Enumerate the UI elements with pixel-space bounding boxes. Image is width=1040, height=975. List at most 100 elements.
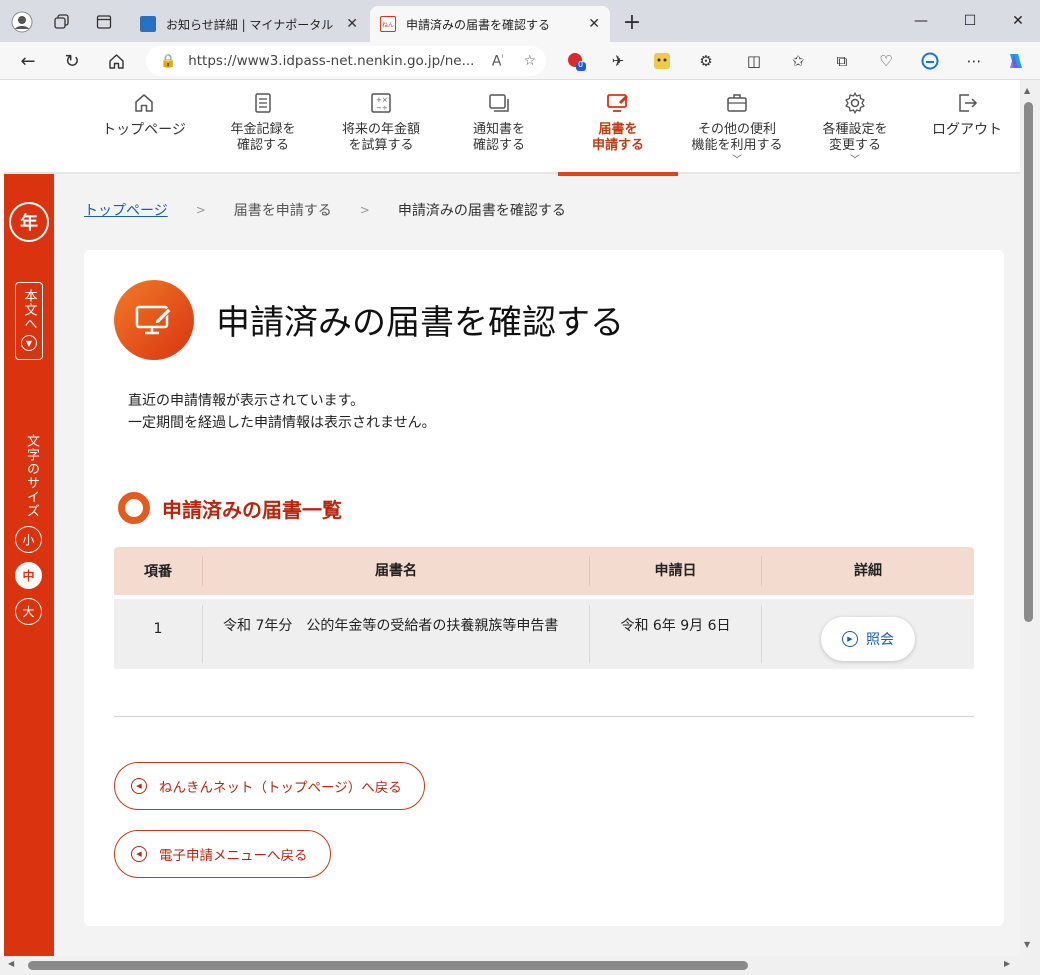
maximize-icon[interactable]: ☐: [955, 10, 985, 32]
document-list-icon: [251, 90, 275, 116]
gear-icon: [843, 90, 867, 116]
back-arrow-icon[interactable]: ←: [14, 48, 42, 74]
gnav-estimate[interactable]: +× −÷ 将来の年金額 を試算する: [322, 80, 440, 174]
cell-form-name: 令和 7年分 公的年金等の受給者の扶養親族等申告書: [202, 605, 589, 663]
minimize-icon[interactable]: —: [906, 10, 936, 32]
logout-icon: [955, 90, 979, 116]
play-circle-icon: ▶: [842, 631, 858, 647]
text-size-label: 文字のサイズ: [24, 434, 39, 518]
header-date: 申請日: [589, 556, 761, 586]
scroll-up-icon[interactable]: ▲: [1024, 86, 1030, 95]
extension-character-icon[interactable]: [650, 50, 674, 72]
text-size-medium-button[interactable]: 中: [15, 562, 42, 589]
gnav-records[interactable]: 年金記録を 確認する: [204, 80, 322, 174]
nenkin-favicon-icon: ねん: [380, 16, 396, 32]
back-to-top-button[interactable]: ◀ ねんきんネット（トップページ）へ戻る: [114, 762, 425, 810]
view-detail-button[interactable]: ▶ 照会: [821, 617, 915, 661]
section-ring-icon: [118, 492, 150, 524]
tab-actions-icon[interactable]: [90, 8, 118, 36]
chevron-right-icon: >: [195, 203, 206, 217]
gnav-label: 通知書を 確認する: [472, 122, 525, 153]
home-icon: [132, 90, 156, 116]
header-form-name: 届書名: [202, 556, 589, 586]
scroll-left-icon[interactable]: ◀: [8, 959, 14, 968]
accessibility-sidebar: 年 本文へ ▼ 文字のサイズ 小 中 大: [4, 174, 54, 956]
section-title-text: 申請済みの届書一覧: [162, 497, 342, 522]
scroll-down-icon[interactable]: ▼: [1024, 940, 1030, 949]
gnav-label: トップページ: [102, 122, 186, 138]
scroll-thumb[interactable]: [1024, 102, 1033, 622]
table-row: 1 令和 7年分 公的年金等の受給者の扶養親族等申告書 令和 6年 9月 6日 …: [114, 599, 974, 669]
lead-text: 直近の申請情報が表示されています。 一定期間を経過した申請情報は表示されません。: [128, 390, 436, 434]
edge-icon[interactable]: [918, 50, 942, 72]
page-title: 申請済みの届書を確認する: [216, 303, 624, 343]
table-header: 項番 届書名 申請日 詳細: [114, 547, 974, 595]
close-window-icon[interactable]: ✕: [1003, 10, 1033, 32]
svg-text:+×: +×: [376, 96, 388, 104]
back-top-label: ねんきんネット（トップページ）へ戻る: [159, 780, 402, 796]
monitor-pen-icon: [114, 280, 194, 360]
favorite-star-icon[interactable]: ☆: [523, 53, 536, 69]
documents-stack-icon: [487, 90, 511, 116]
more-menu-icon[interactable]: ⋯: [962, 50, 986, 72]
breadcrumb: トップページ > 届書を申請する > 申請済みの届書を確認する: [84, 200, 566, 220]
browser-essentials-icon[interactable]: ♡: [874, 50, 898, 72]
close-tab-icon[interactable]: ✕: [588, 16, 600, 32]
scroll-right-icon[interactable]: ▶: [1004, 959, 1010, 968]
header-no: 項番: [144, 564, 172, 580]
browser-tab-bar: 👤 お知らせ詳細 | マイナポータル ✕ ねん 申請済みの届書を確認する ✕ +…: [0, 0, 1040, 42]
global-navigation: トップページ 年金記録を 確認する +× −÷ 将来の年金額 を試算する 通知書を…: [4, 80, 1020, 176]
close-tab-icon[interactable]: ✕: [346, 16, 358, 32]
scroll-thumb[interactable]: [28, 961, 748, 970]
tab-title: お知らせ詳細 | マイナポータル: [166, 17, 334, 32]
header-detail: 詳細: [761, 556, 974, 586]
back-circle-icon: ◀: [131, 846, 147, 862]
horizontal-scrollbar[interactable]: ◀ ▶: [0, 956, 1040, 975]
back-menu-label: 電子申請メニューへ戻る: [159, 848, 308, 864]
gnav-settings[interactable]: 各種設定を 変更する ﹀: [796, 80, 914, 174]
skip-to-content-button[interactable]: 本文へ ▼: [15, 282, 43, 360]
view-label: 照会: [866, 632, 894, 648]
extension-red-icon[interactable]: 0: [564, 50, 588, 72]
calculator-icon: +× −÷: [369, 90, 393, 116]
web-page: トップページ 年金記録を 確認する +× −÷ 将来の年金額 を試算する 通知書を…: [4, 80, 1020, 956]
home-icon[interactable]: [102, 48, 130, 74]
read-aloud-icon[interactable]: A⁾: [492, 53, 504, 70]
extensions-puzzle-icon[interactable]: ⚙: [694, 50, 718, 72]
gnav-logout[interactable]: ログアウト: [914, 80, 1020, 174]
gnav-notices[interactable]: 通知書を 確認する: [440, 80, 558, 174]
favorites-icon[interactable]: ✩: [786, 50, 810, 72]
tab-current[interactable]: ねん 申請済みの届書を確認する ✕: [370, 6, 610, 42]
gnav-label: 届書を 申請する: [591, 122, 644, 153]
gnav-apply[interactable]: 届書を 申請する: [558, 80, 678, 176]
breadcrumb-home-link[interactable]: トップページ: [84, 200, 168, 220]
vertical-scrollbar[interactable]: ▲ ▼: [1020, 80, 1040, 956]
cell-date: 令和 6年 9月 6日: [589, 605, 761, 663]
profile-avatar-icon[interactable]: [8, 8, 36, 36]
extension-badge: 0: [578, 60, 584, 69]
main-content-card: 申請済みの届書を確認する 直近の申請情報が表示されています。 一定期間を経過した…: [84, 250, 1004, 926]
workspaces-icon[interactable]: [48, 8, 76, 36]
back-to-menu-button[interactable]: ◀ 電子申請メニューへ戻る: [114, 830, 331, 878]
skip-label: 本文へ: [21, 289, 37, 331]
split-screen-icon[interactable]: ◫: [742, 50, 766, 72]
copilot-icon[interactable]: [1004, 50, 1028, 72]
gnav-label: ログアウト: [932, 122, 1002, 138]
breadcrumb-current: 申請済みの届書を確認する: [397, 203, 566, 219]
new-tab-button[interactable]: +: [618, 8, 646, 36]
extension-plane-icon[interactable]: ✈: [606, 50, 630, 72]
refresh-icon[interactable]: ↻: [58, 48, 86, 74]
text-size-large-button[interactable]: 大: [15, 598, 42, 625]
back-circle-icon: ◀: [131, 778, 147, 794]
collections-icon[interactable]: ⧉: [830, 50, 854, 72]
text-size-small-button[interactable]: 小: [15, 526, 42, 553]
section-heading: 申請済みの届書一覧: [118, 492, 342, 524]
gnav-other[interactable]: その他の便利 機能を利用する ﹀: [678, 80, 796, 174]
lead-line: 一定期間を経過した申請情報は表示されません。: [128, 415, 436, 431]
gnav-top[interactable]: トップページ: [84, 80, 204, 174]
gnav-label: その他の便利 機能を利用する: [691, 122, 783, 153]
address-bar[interactable]: 🔒 https://www3.idpass-net.nenkin.go.jp/n…: [146, 46, 546, 76]
gnav-label: 将来の年金額 を試算する: [341, 122, 420, 153]
tab-mynaportal[interactable]: 👤 お知らせ詳細 | マイナポータル ✕: [130, 6, 368, 42]
lock-icon[interactable]: 🔒: [160, 54, 176, 69]
